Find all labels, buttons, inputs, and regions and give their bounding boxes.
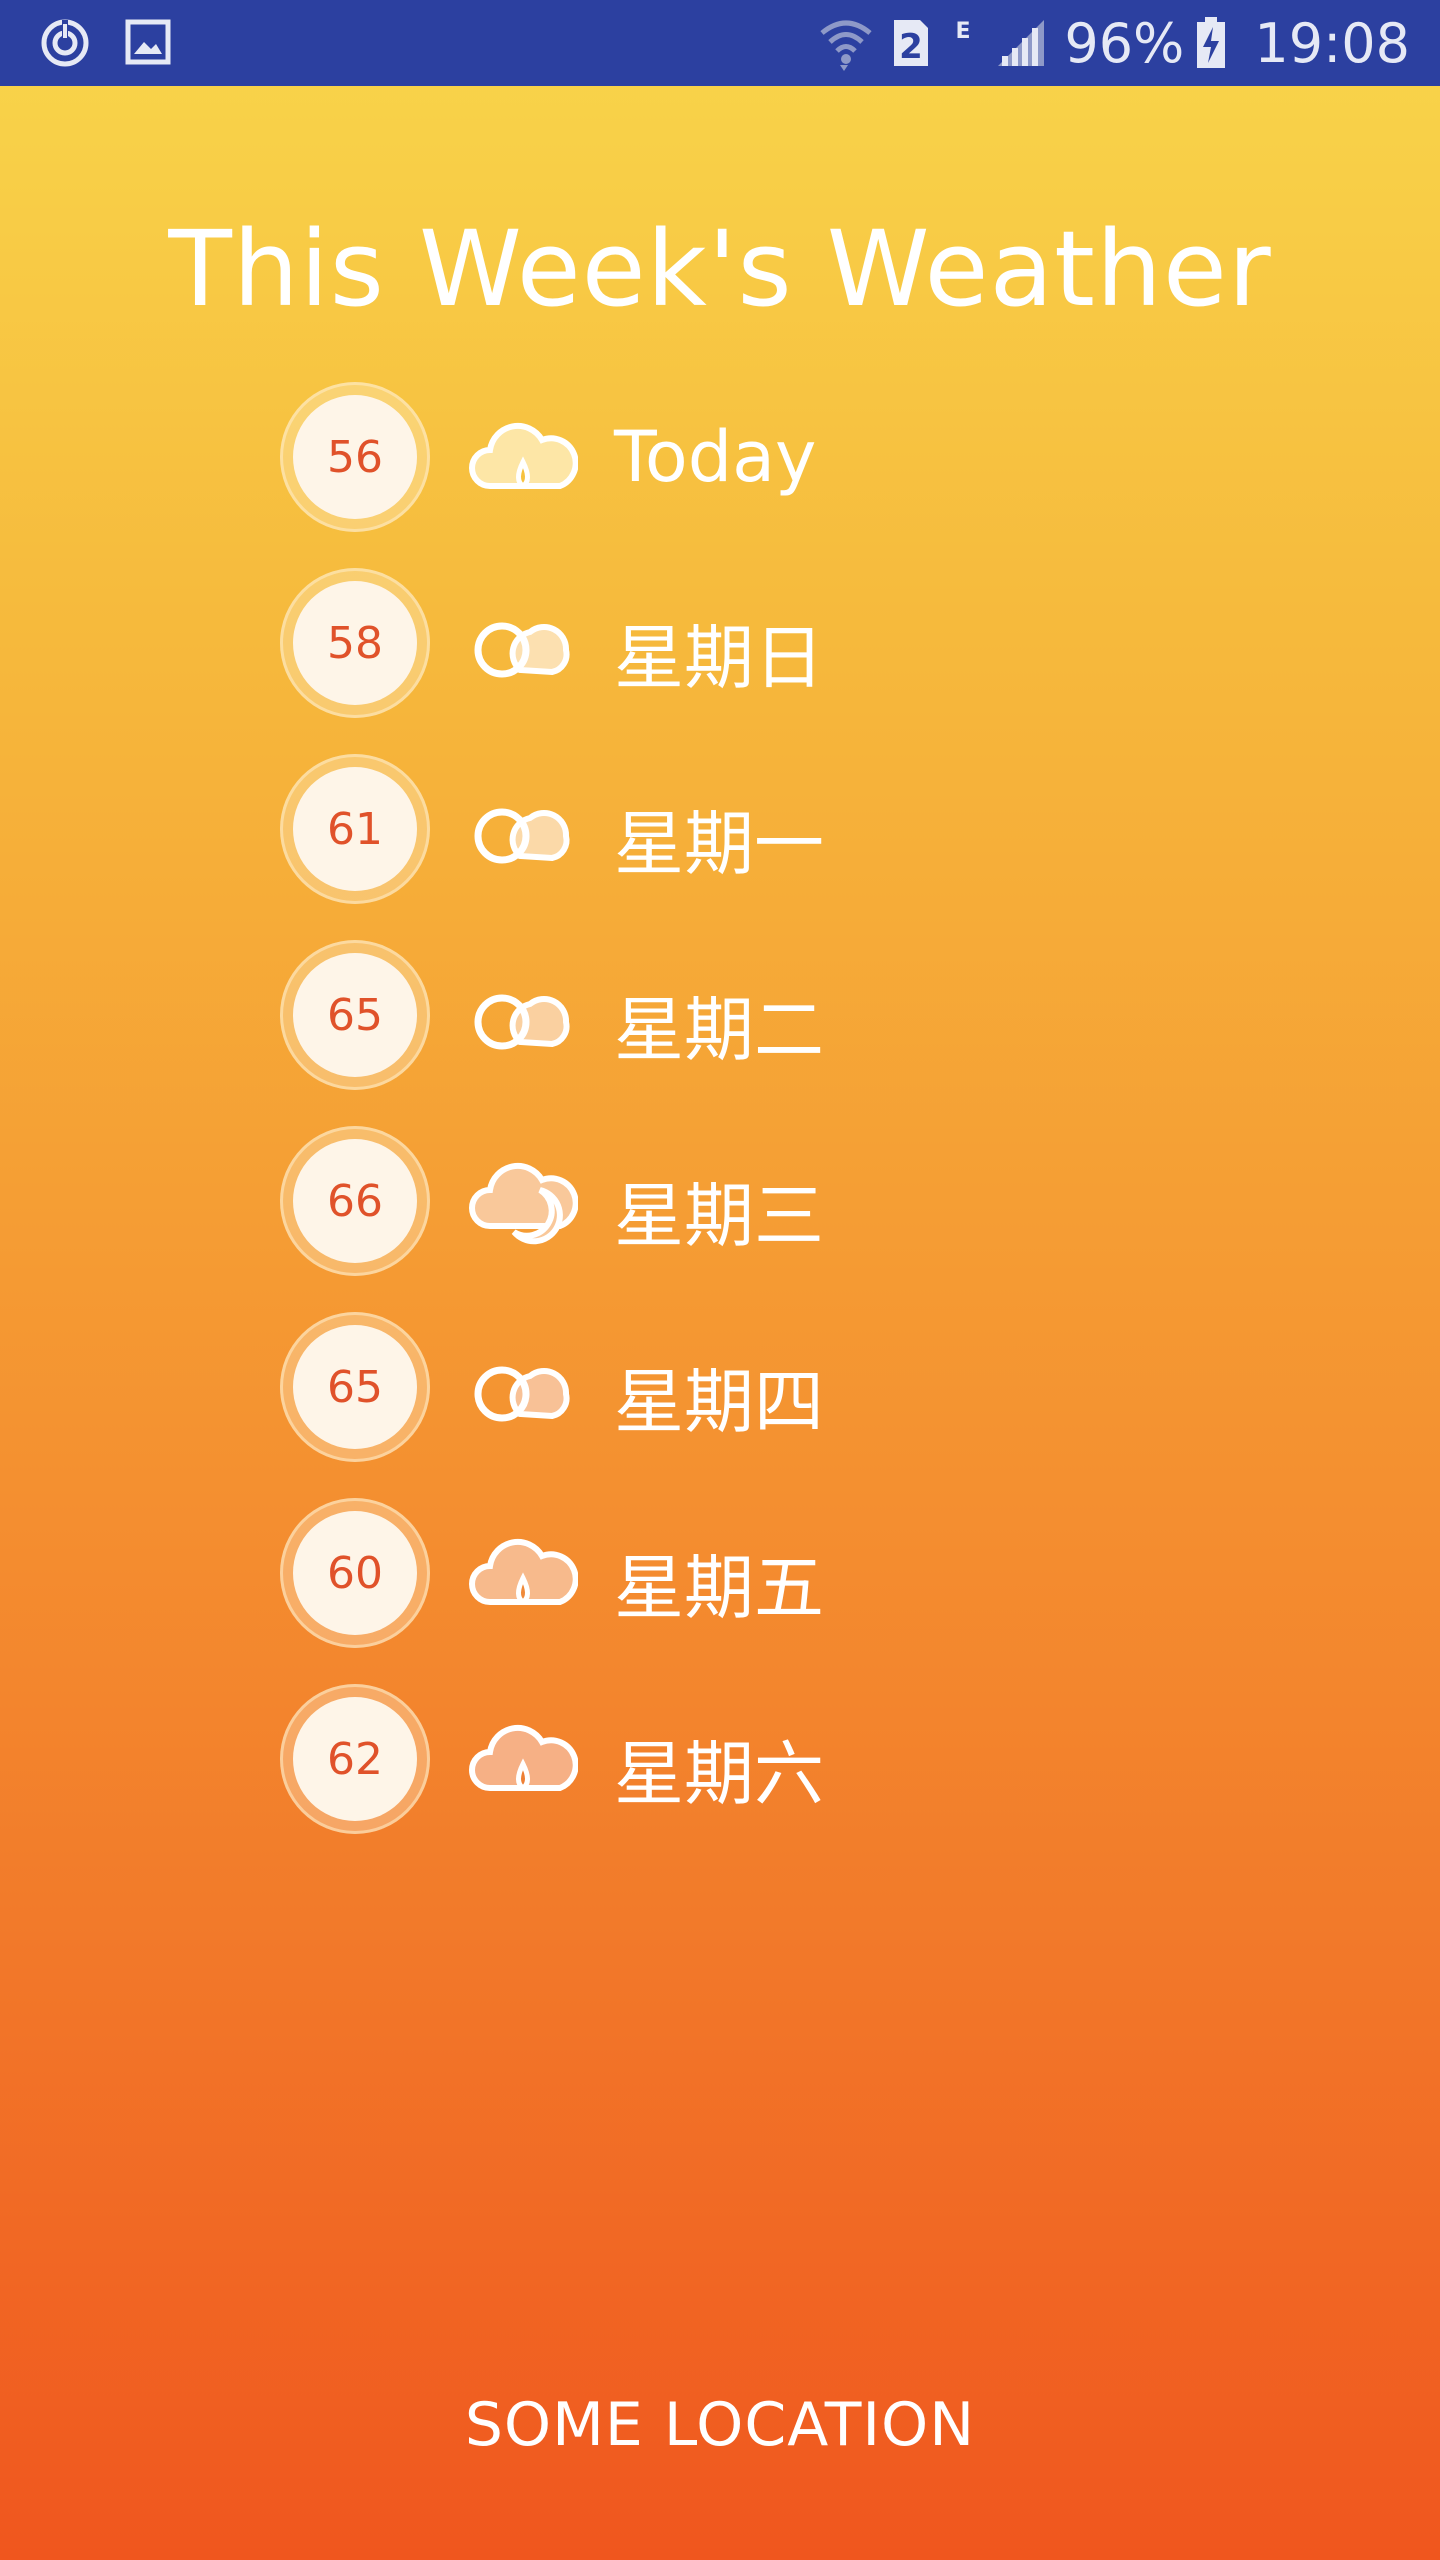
temperature-badge: 65 (280, 1312, 430, 1462)
status-bar: 2 E 96% 19:08 (0, 0, 1440, 86)
forecast-list: 56 Today 58 星期日 61 星期一 65 星期二 66 星期三 65 … (280, 380, 1180, 1868)
status-icons: 2 E 96% 19:08 (818, 0, 1440, 86)
temperature-badge: 66 (280, 1126, 430, 1276)
cloudy-icon (468, 1332, 578, 1442)
temperature-badge: 65 (280, 940, 430, 1090)
temperature-badge: 56 (280, 382, 430, 532)
forecast-row-saturday[interactable]: 62 星期六 (280, 1682, 1180, 1868)
day-label: 星期六 (614, 1733, 824, 1815)
day-label: 星期四 (614, 1361, 824, 1443)
page-title: This Week's Weather (168, 208, 1272, 330)
cloud-moon-icon (468, 1146, 579, 1256)
forecast-row-monday[interactable]: 61 星期一 (280, 752, 1180, 938)
forecast-row-friday[interactable]: 60 星期五 (280, 1496, 1180, 1682)
temperature-badge: 62 (280, 1684, 430, 1834)
day-label: 星期一 (614, 803, 824, 885)
temperature-value: 56 (293, 395, 417, 519)
signal-icon (994, 16, 1048, 70)
temperature-badge: 60 (280, 1498, 430, 1648)
image-icon (124, 16, 174, 74)
network-label: E (956, 19, 971, 44)
sim-2-label: 2 (900, 27, 924, 67)
day-label: 星期二 (614, 989, 824, 1071)
forecast-row-today[interactable]: 56 Today (280, 380, 1180, 566)
temperature-value: 65 (293, 1325, 417, 1449)
forecast-row-sunday[interactable]: 58 星期日 (280, 566, 1180, 752)
temperature-value: 62 (293, 1697, 417, 1821)
forecast-row-wednesday[interactable]: 66 星期三 (280, 1124, 1180, 1310)
cloudy-icon (468, 588, 578, 698)
weather-screen: 2 E 96% 19:08 This Week's Weather 56 Tod… (0, 0, 1440, 2560)
cloudy-icon (468, 774, 578, 884)
location-label[interactable]: SOME LOCATION (0, 2390, 1440, 2460)
battery-charging-icon (1194, 15, 1228, 71)
network-e-icon: E (948, 16, 978, 70)
rain-cloud-icon (468, 1704, 579, 1814)
wifi-icon (818, 15, 874, 71)
clock: 19:08 (1254, 11, 1410, 75)
day-label: 星期三 (614, 1175, 824, 1257)
cloudy-icon (468, 960, 578, 1070)
temperature-badge: 61 (280, 754, 430, 904)
temperature-value: 66 (293, 1139, 417, 1263)
temperature-value: 60 (293, 1511, 417, 1635)
temperature-value: 61 (293, 767, 417, 891)
temperature-value: 65 (293, 953, 417, 1077)
forecast-row-tuesday[interactable]: 65 星期二 (280, 938, 1180, 1124)
temperature-badge: 58 (280, 568, 430, 718)
sync-icon (38, 16, 92, 74)
battery-percentage: 96% (1064, 11, 1185, 75)
day-label: Today (614, 416, 817, 498)
rain-cloud-icon (468, 1518, 579, 1628)
rain-cloud-icon (468, 402, 579, 512)
day-label: 星期日 (614, 617, 824, 699)
sim-2-icon: 2 (890, 16, 932, 70)
temperature-value: 58 (293, 581, 417, 705)
day-label: 星期五 (614, 1547, 824, 1629)
forecast-row-thursday[interactable]: 65 星期四 (280, 1310, 1180, 1496)
